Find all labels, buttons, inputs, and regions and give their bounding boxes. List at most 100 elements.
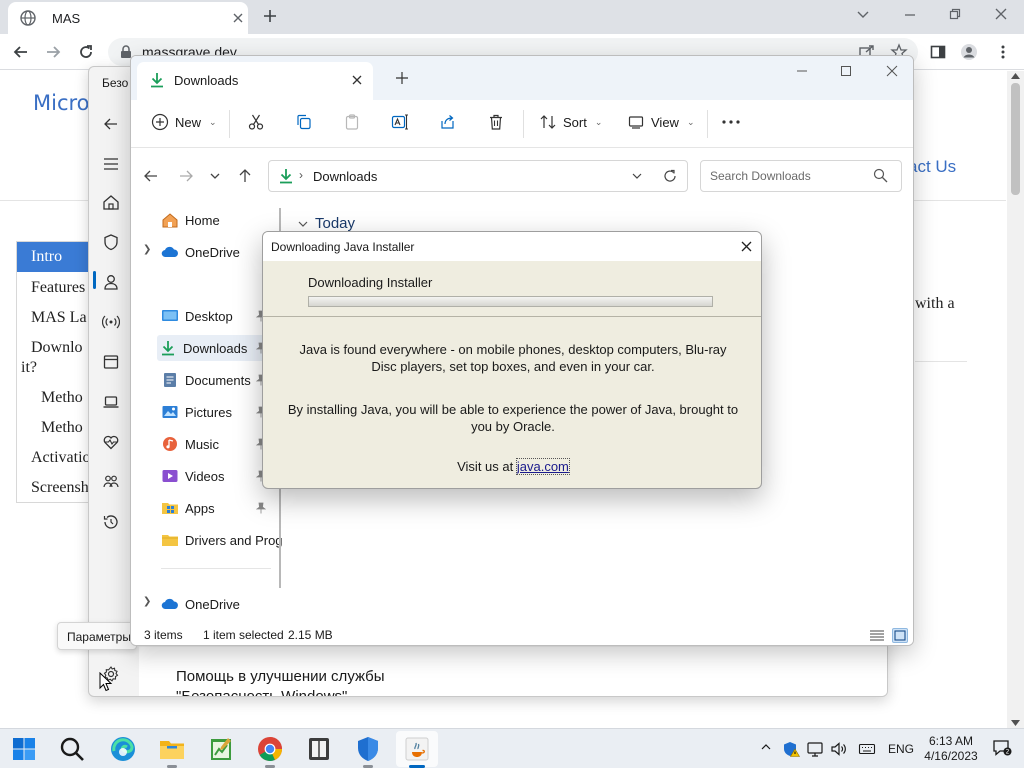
- notification-icon[interactable]: 2: [992, 739, 1012, 757]
- sort-button[interactable]: Sort ⌄: [539, 113, 602, 131]
- chevron-down-icon[interactable]: [631, 170, 643, 182]
- details-view-icon[interactable]: [869, 628, 885, 642]
- app-browser-icon[interactable]: [102, 353, 120, 371]
- rename-button[interactable]: [391, 113, 409, 131]
- chrome-icon[interactable]: [256, 735, 284, 763]
- share-button[interactable]: [439, 113, 457, 131]
- chevron-right-icon[interactable]: ❯: [143, 596, 151, 607]
- cut-button[interactable]: [247, 113, 265, 131]
- toc-item[interactable]: Features: [31, 279, 85, 297]
- scroll-thumb[interactable]: [1011, 83, 1020, 195]
- nav-item-apps[interactable]: Apps: [161, 496, 215, 520]
- chevron-right-icon[interactable]: ❯: [143, 244, 151, 255]
- tiles-view-icon[interactable]: [892, 628, 908, 643]
- new-tab-button[interactable]: [396, 72, 408, 84]
- group-header-today[interactable]: Today: [297, 215, 355, 232]
- input-language[interactable]: ENG: [888, 742, 914, 756]
- java-icon[interactable]: [403, 735, 431, 763]
- search-icon[interactable]: [58, 735, 86, 763]
- recent-locations-icon[interactable]: [209, 168, 221, 184]
- nav-item-drivers[interactable]: Drivers and Prog: [161, 528, 283, 552]
- forward-arrow-icon[interactable]: [44, 43, 62, 61]
- address-path[interactable]: Downloads: [313, 169, 377, 184]
- refresh-icon[interactable]: [663, 169, 677, 183]
- delete-button[interactable]: [487, 113, 505, 131]
- file-explorer-icon[interactable]: [158, 735, 186, 763]
- security-warning-icon[interactable]: [782, 741, 800, 757]
- nav-item-desktop[interactable]: Desktop: [161, 304, 233, 328]
- nav-item-pictures[interactable]: Pictures: [161, 400, 232, 424]
- menu-icon[interactable]: [102, 155, 120, 173]
- volume-icon[interactable]: [830, 741, 848, 757]
- toc-item[interactable]: it?: [21, 359, 37, 377]
- health-icon[interactable]: [102, 433, 120, 451]
- minimize-icon[interactable]: [795, 64, 809, 78]
- nav-item-music[interactable]: Music: [161, 432, 219, 456]
- start-icon[interactable]: [10, 735, 38, 763]
- nav-item-videos[interactable]: Videos: [161, 464, 225, 488]
- address-box[interactable]: › Downloads: [268, 160, 688, 192]
- explorer-tab[interactable]: Downloads: [137, 62, 373, 100]
- close-icon[interactable]: [230, 10, 246, 26]
- more-vert-icon[interactable]: [994, 43, 1012, 61]
- notepad-icon[interactable]: [207, 735, 235, 763]
- nav-item-onedrive[interactable]: OneDrive: [161, 240, 240, 264]
- back-icon[interactable]: [102, 115, 120, 133]
- device-security-icon[interactable]: [102, 393, 120, 411]
- java-com-link[interactable]: java.com: [515, 458, 570, 475]
- reload-icon[interactable]: [77, 43, 95, 61]
- paste-button[interactable]: [343, 113, 361, 131]
- search-box[interactable]: Search Downloads: [700, 160, 902, 192]
- edge-icon[interactable]: [109, 735, 137, 763]
- profile-icon[interactable]: [960, 43, 978, 61]
- toc-item[interactable]: MAS La: [31, 309, 87, 327]
- up-arrow-icon[interactable]: [237, 168, 253, 184]
- toc-item[interactable]: Metho: [41, 389, 83, 407]
- account-icon[interactable]: [102, 273, 120, 291]
- toc-item[interactable]: Metho: [41, 419, 83, 437]
- chevron-up-icon[interactable]: [760, 741, 772, 753]
- scroll-down-icon[interactable]: [1011, 720, 1020, 726]
- new-button[interactable]: New ⌄: [151, 113, 217, 131]
- nav-item-documents[interactable]: Documents: [161, 368, 251, 392]
- home-icon[interactable]: [102, 193, 120, 211]
- toc-item[interactable]: Downlo: [31, 339, 83, 357]
- view-button[interactable]: View ⌄: [627, 113, 695, 131]
- close-window-icon[interactable]: [885, 64, 899, 78]
- clock[interactable]: 6:13 AM 4/16/2023: [921, 734, 981, 764]
- family-icon[interactable]: [102, 473, 120, 491]
- site-contact-link[interactable]: act Us: [908, 157, 956, 177]
- security-shield-icon[interactable]: [354, 735, 382, 763]
- close-icon[interactable]: [351, 74, 363, 86]
- side-panel-icon[interactable]: [929, 43, 947, 61]
- toc-item[interactable]: Screensh: [31, 479, 89, 497]
- browser-tab[interactable]: MAS: [8, 2, 248, 34]
- restore-icon[interactable]: [947, 6, 963, 22]
- nav-label: OneDrive: [185, 596, 240, 612]
- nav-item-downloads[interactable]: Downloads: [159, 336, 247, 360]
- more-options-button[interactable]: [721, 113, 741, 131]
- back-arrow-icon[interactable]: [12, 43, 30, 61]
- nav-item-home[interactable]: Home: [161, 208, 220, 232]
- page-scrollbar[interactable]: [1007, 71, 1024, 728]
- nav-item-onedrive-2[interactable]: OneDrive: [161, 592, 240, 616]
- tab-search-icon[interactable]: [855, 6, 871, 22]
- history-icon[interactable]: [102, 513, 120, 531]
- security-help-link[interactable]: Помощь в улучшении службы "Безопасность …: [176, 667, 385, 696]
- copy-button[interactable]: [295, 113, 313, 131]
- keyboard-icon[interactable]: [858, 741, 876, 757]
- shield-icon[interactable]: [102, 233, 120, 251]
- new-tab-button[interactable]: [262, 8, 278, 24]
- forward-arrow-icon[interactable]: [178, 168, 194, 184]
- close-icon[interactable]: [740, 240, 753, 253]
- back-arrow-icon[interactable]: [143, 168, 159, 184]
- minimize-icon[interactable]: [902, 6, 918, 22]
- pin-icon[interactable]: [256, 502, 266, 514]
- toc-item[interactable]: Activatio: [31, 449, 91, 467]
- network-icon[interactable]: [806, 741, 824, 757]
- scroll-up-icon[interactable]: [1011, 73, 1020, 79]
- reader-icon[interactable]: [305, 735, 333, 763]
- wifi-icon[interactable]: [102, 313, 120, 331]
- close-window-icon[interactable]: [993, 6, 1009, 22]
- maximize-icon[interactable]: [839, 64, 853, 78]
